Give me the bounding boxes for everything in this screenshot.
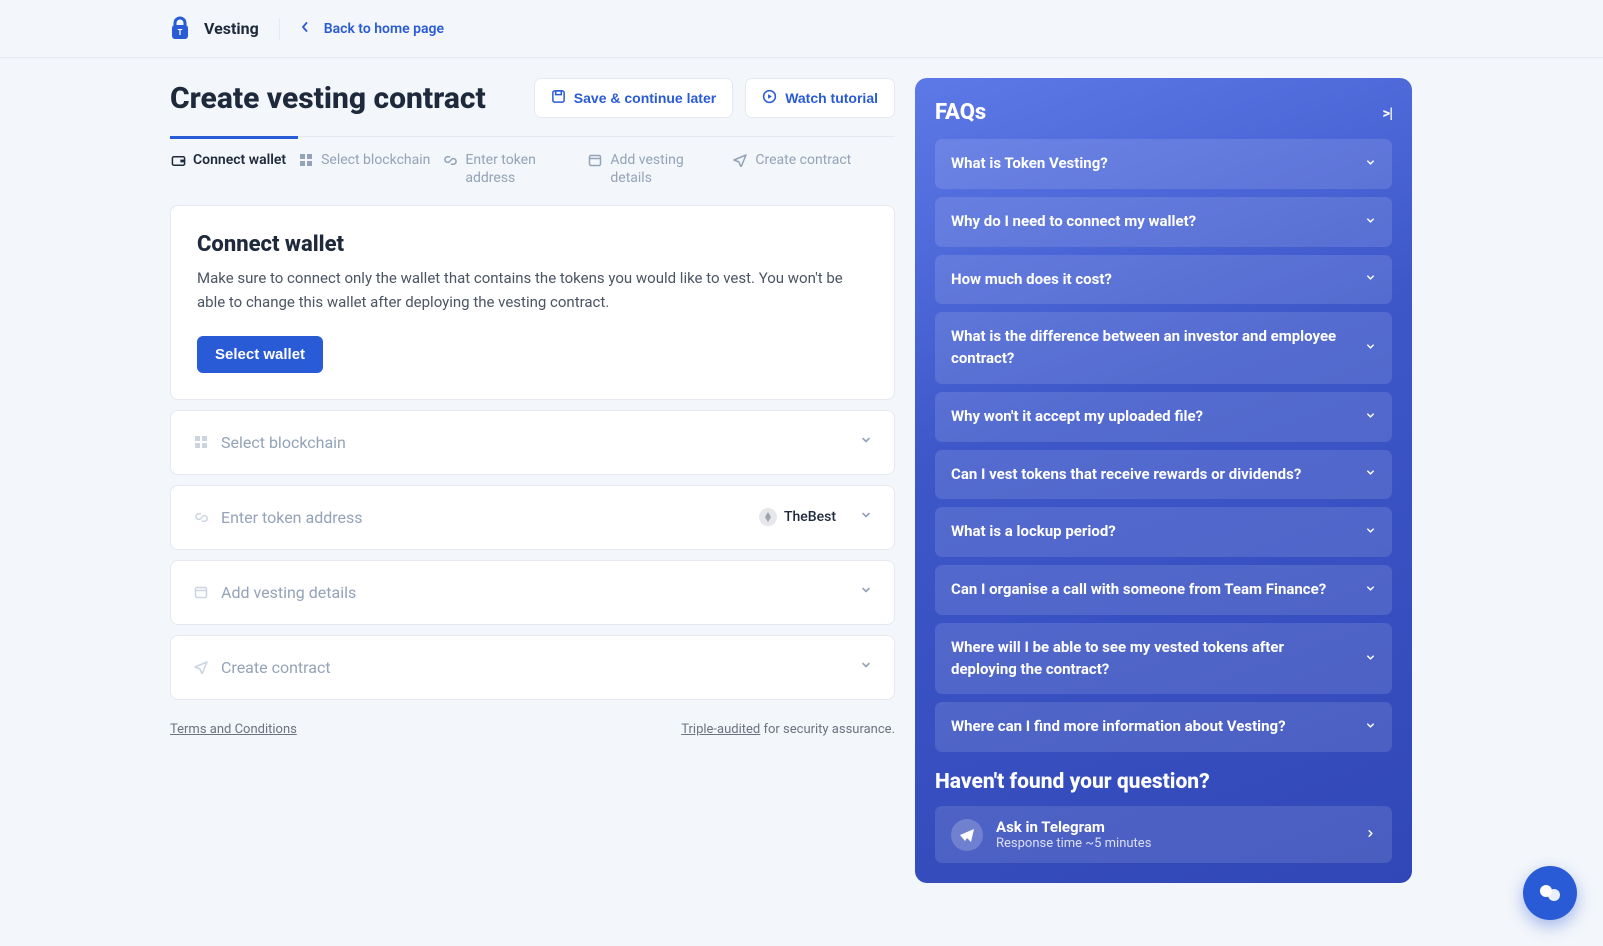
step-enter-token[interactable]: Enter token address: [442, 136, 587, 197]
step-label: Select blockchain: [321, 151, 430, 169]
page-title: Create vesting contract: [170, 81, 522, 116]
chevron-down-icon: [1365, 525, 1376, 539]
play-icon: [762, 89, 777, 107]
chevron-down-icon: [860, 434, 872, 450]
telegram-icon: [951, 819, 983, 851]
row-label: Enter token address: [221, 508, 747, 527]
row-create-contract[interactable]: Create contract: [170, 635, 895, 700]
chevron-down-icon: [1365, 720, 1376, 734]
back-home-link[interactable]: Back to home page: [324, 21, 444, 37]
grid-icon: [193, 434, 209, 450]
faq-question: How much does it cost?: [951, 269, 1112, 291]
step-tabs: Connect wallet Select blockchain Enter t…: [170, 136, 895, 197]
save-continue-label: Save & continue later: [574, 90, 716, 106]
faq-question: What is a lockup period?: [951, 521, 1116, 543]
step-create-contract[interactable]: Create contract: [732, 136, 863, 197]
faq-question: Can I organise a call with someone from …: [951, 579, 1326, 601]
step-vesting-details[interactable]: Add vesting details: [587, 136, 732, 197]
lock-icon: T: [170, 16, 190, 42]
step-label: Enter token address: [465, 151, 575, 187]
chevron-down-icon: [1365, 467, 1376, 481]
product-name: Vesting: [204, 19, 259, 38]
save-continue-button[interactable]: Save & continue later: [534, 78, 733, 118]
row-select-blockchain[interactable]: Select blockchain: [170, 410, 895, 475]
chevron-down-icon: [1365, 410, 1376, 424]
chat-icon: [1537, 880, 1563, 906]
terms-link[interactable]: Terms and Conditions: [170, 722, 297, 737]
faq-question: What is Token Vesting?: [951, 153, 1108, 175]
grid-icon: [298, 152, 314, 168]
telegram-subtitle: Response time ~5 minutes: [996, 836, 1151, 851]
send-icon: [732, 152, 748, 168]
row-enter-token-address[interactable]: Enter token address TheBest: [170, 485, 895, 550]
faq-item[interactable]: What is the difference between an invest…: [935, 312, 1392, 384]
calendar-icon: [587, 152, 603, 168]
faq-item[interactable]: Where will I be able to see my vested to…: [935, 623, 1392, 695]
faq-item[interactable]: What is a lockup period?: [935, 507, 1392, 557]
faqs-title: FAQs: [935, 100, 986, 125]
chat-fab[interactable]: [1523, 866, 1577, 920]
row-label: Create contract: [221, 658, 836, 677]
faq-question: Why do I need to connect my wallet?: [951, 211, 1196, 233]
token-icon: [759, 508, 777, 526]
step-label: Add vesting details: [610, 151, 720, 187]
save-icon: [551, 89, 566, 107]
chevron-down-icon: [1365, 215, 1376, 229]
calendar-icon: [193, 584, 209, 600]
connect-wallet-card: Connect wallet Make sure to connect only…: [170, 205, 895, 400]
token-name: TheBest: [784, 509, 836, 525]
audit-text: Triple-audited for security assurance.: [681, 722, 895, 737]
link-icon: [442, 152, 458, 168]
audit-link[interactable]: Triple-audited: [681, 722, 760, 737]
faq-item[interactable]: Where can I find more information about …: [935, 702, 1392, 752]
chevron-down-icon: [1365, 272, 1376, 286]
faq-question: Where will I be able to see my vested to…: [951, 637, 1351, 681]
selected-token: TheBest: [759, 508, 836, 526]
row-add-vesting-details[interactable]: Add vesting details: [170, 560, 895, 625]
faqs-panel: FAQs >| What is Token Vesting? Why do I …: [915, 78, 1412, 883]
step-connect-wallet[interactable]: Connect wallet: [170, 136, 298, 197]
chevron-down-icon: [860, 659, 872, 675]
collapse-panel-icon[interactable]: >|: [1382, 104, 1392, 122]
connect-wallet-description: Make sure to connect only the wallet tha…: [197, 267, 868, 314]
svg-text:T: T: [178, 28, 183, 37]
chevron-down-icon: [1365, 652, 1376, 666]
step-label: Connect wallet: [193, 151, 286, 169]
watch-tutorial-button[interactable]: Watch tutorial: [745, 78, 895, 118]
link-icon: [193, 509, 209, 525]
chevron-down-icon: [1365, 157, 1376, 171]
faq-item[interactable]: Why won't it accept my uploaded file?: [935, 392, 1392, 442]
step-select-blockchain[interactable]: Select blockchain: [298, 136, 442, 197]
faq-question: What is the difference between an invest…: [951, 326, 1351, 370]
faq-question: Why won't it accept my uploaded file?: [951, 406, 1203, 428]
footer-row: Terms and Conditions Triple-audited for …: [170, 722, 895, 737]
divider: [279, 18, 280, 40]
watch-tutorial-label: Watch tutorial: [785, 90, 878, 106]
chevron-down-icon: [860, 584, 872, 600]
faq-item[interactable]: What is Token Vesting?: [935, 139, 1392, 189]
audit-suffix: for security assurance.: [760, 722, 895, 737]
chevron-down-icon: [860, 509, 872, 525]
row-label: Select blockchain: [221, 433, 836, 452]
step-label: Create contract: [755, 151, 851, 169]
faq-item[interactable]: Can I vest tokens that receive rewards o…: [935, 450, 1392, 500]
faq-item[interactable]: Can I organise a call with someone from …: [935, 565, 1392, 615]
row-label: Add vesting details: [221, 583, 836, 602]
faq-question: Where can I find more information about …: [951, 716, 1286, 738]
faq-item[interactable]: How much does it cost?: [935, 255, 1392, 305]
top-bar: T Vesting Back to home page: [0, 0, 1603, 58]
faq-item[interactable]: Why do I need to connect my wallet?: [935, 197, 1392, 247]
ask-telegram-button[interactable]: Ask in Telegram Response time ~5 minutes: [935, 806, 1392, 863]
chevron-left-icon: [300, 21, 310, 36]
chevron-down-icon: [1365, 341, 1376, 355]
chevron-down-icon: [1365, 583, 1376, 597]
send-icon: [193, 659, 209, 675]
chevron-right-icon: [1365, 827, 1376, 843]
faqs-not-found-heading: Haven't found your question?: [935, 770, 1392, 794]
wallet-icon: [170, 152, 186, 168]
select-wallet-button[interactable]: Select wallet: [197, 336, 323, 373]
faq-question: Can I vest tokens that receive rewards o…: [951, 464, 1301, 486]
connect-wallet-heading: Connect wallet: [197, 232, 868, 257]
telegram-title: Ask in Telegram: [996, 818, 1151, 836]
